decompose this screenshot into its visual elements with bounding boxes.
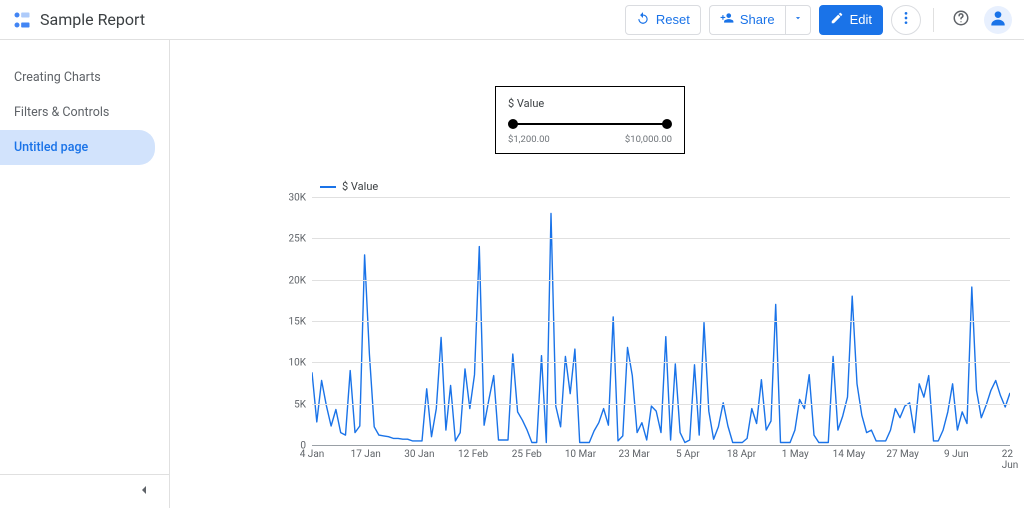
looker-studio-icon (12, 10, 32, 30)
caret-down-icon (793, 12, 803, 27)
edit-button[interactable]: Edit (819, 5, 883, 35)
share-label: Share (740, 12, 775, 27)
x-tick-label: 22 Jun (1002, 449, 1019, 471)
pencil-icon (830, 11, 844, 28)
slider-labels: $1,200.00 $10,000.00 (508, 134, 672, 145)
x-tick-label: 30 Jan (404, 449, 434, 460)
sidebar-item-creating-charts[interactable]: Creating Charts (0, 60, 155, 95)
value-slider-control: $ Value $1,200.00 $10,000.00 (495, 86, 685, 154)
x-tick-label: 5 Apr (676, 449, 700, 460)
slider-min-label: $1,200.00 (508, 134, 550, 145)
account-avatar[interactable] (984, 6, 1012, 34)
y-gridline: 15K (312, 321, 1010, 322)
reset-button[interactable]: Reset (625, 5, 701, 35)
slider-line (512, 123, 668, 125)
sidebar-item-untitled-page[interactable]: Untitled page (0, 130, 155, 165)
chevron-left-icon (136, 482, 152, 502)
y-gridline: 30K (312, 197, 1010, 198)
sidebar-item-label: Filters & Controls (14, 105, 109, 120)
app-logo: Sample Report (12, 10, 145, 30)
x-tick-label: 12 Feb (458, 449, 488, 460)
collapse-sidebar-button[interactable] (129, 477, 159, 507)
x-tick-label: 23 Mar (619, 449, 650, 460)
sidebar-item-label: Untitled page (14, 140, 88, 155)
share-button[interactable]: Share (709, 5, 785, 35)
y-tick-label: 10K (288, 358, 306, 369)
x-tick-label: 18 Apr (727, 449, 756, 460)
share-group: Share (709, 5, 811, 35)
y-tick-label: 30K (288, 193, 306, 204)
y-gridline: 5K (312, 404, 1010, 405)
slider-title: $ Value (508, 97, 672, 110)
legend-swatch (320, 186, 336, 188)
edit-label: Edit (850, 12, 872, 27)
x-tick-label: 17 Jan (351, 449, 381, 460)
person-icon (988, 8, 1008, 32)
share-dropdown[interactable] (785, 5, 811, 35)
header-actions: Reset Share Edit (625, 5, 1012, 35)
page-sidebar: Creating Charts Filters & Controls Untit… (0, 40, 170, 508)
x-tick-label: 10 Mar (565, 449, 596, 460)
help-icon (952, 9, 970, 31)
y-tick-label: 25K (288, 234, 306, 245)
report-canvas: $ Value $1,200.00 $10,000.00 $ Value 05K… (170, 40, 1024, 508)
y-gridline: 10K (312, 362, 1010, 363)
x-tick-label: 25 Feb (512, 449, 542, 460)
y-gridline: 25K (312, 238, 1010, 239)
x-tick-label: 1 May (782, 449, 809, 460)
person-add-icon (720, 11, 734, 28)
more-menu-button[interactable] (891, 5, 921, 35)
y-tick-label: 20K (288, 275, 306, 286)
slider-handle-min[interactable] (508, 119, 518, 129)
app-body: Creating Charts Filters & Controls Untit… (0, 40, 1024, 508)
divider (933, 8, 934, 32)
report-title: Sample Report (40, 10, 145, 29)
sidebar-item-filters-controls[interactable]: Filters & Controls (0, 95, 155, 130)
y-tick-label: 5K (294, 399, 306, 410)
reset-label: Reset (656, 12, 690, 27)
legend-series-label: $ Value (342, 180, 378, 193)
slider-handle-max[interactable] (662, 119, 672, 129)
x-tick-label: 27 May (886, 449, 919, 460)
app-header: Sample Report Reset Share Edit (0, 0, 1024, 40)
sidebar-footer (0, 474, 169, 508)
chart-plot-area: 05K10K15K20K25K30K (312, 197, 1010, 445)
x-tick-label: 14 May (833, 449, 866, 460)
sidebar-item-label: Creating Charts (14, 70, 101, 85)
chart-legend: $ Value (320, 180, 1010, 193)
slider-max-label: $10,000.00 (625, 134, 672, 145)
x-axis-labels: 4 Jan17 Jan30 Jan12 Feb25 Feb10 Mar23 Ma… (312, 445, 1010, 461)
x-tick-label: 9 Jun (944, 449, 969, 460)
slider-track[interactable] (508, 118, 672, 130)
more-vert-icon (898, 10, 914, 30)
help-button[interactable] (946, 5, 976, 35)
y-gridline: 20K (312, 280, 1010, 281)
time-series-chart: $ Value 05K10K15K20K25K30K 4 Jan17 Jan30… (280, 180, 1010, 461)
undo-icon (636, 11, 650, 28)
x-tick-label: 4 Jan (300, 449, 325, 460)
y-tick-label: 15K (288, 317, 306, 328)
